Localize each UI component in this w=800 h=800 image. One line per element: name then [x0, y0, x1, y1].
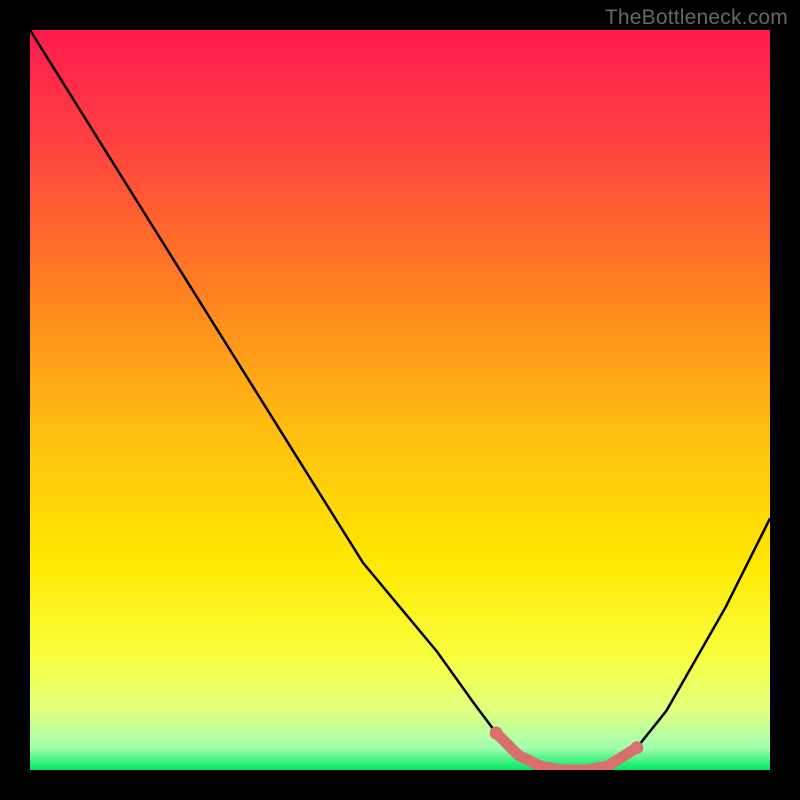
bottleneck-curve [30, 30, 770, 770]
optimal-band-highlight [490, 727, 644, 771]
curve-overlay [30, 30, 770, 770]
chart-container [30, 30, 770, 770]
watermark-text: TheBottleneck.com [605, 6, 788, 30]
